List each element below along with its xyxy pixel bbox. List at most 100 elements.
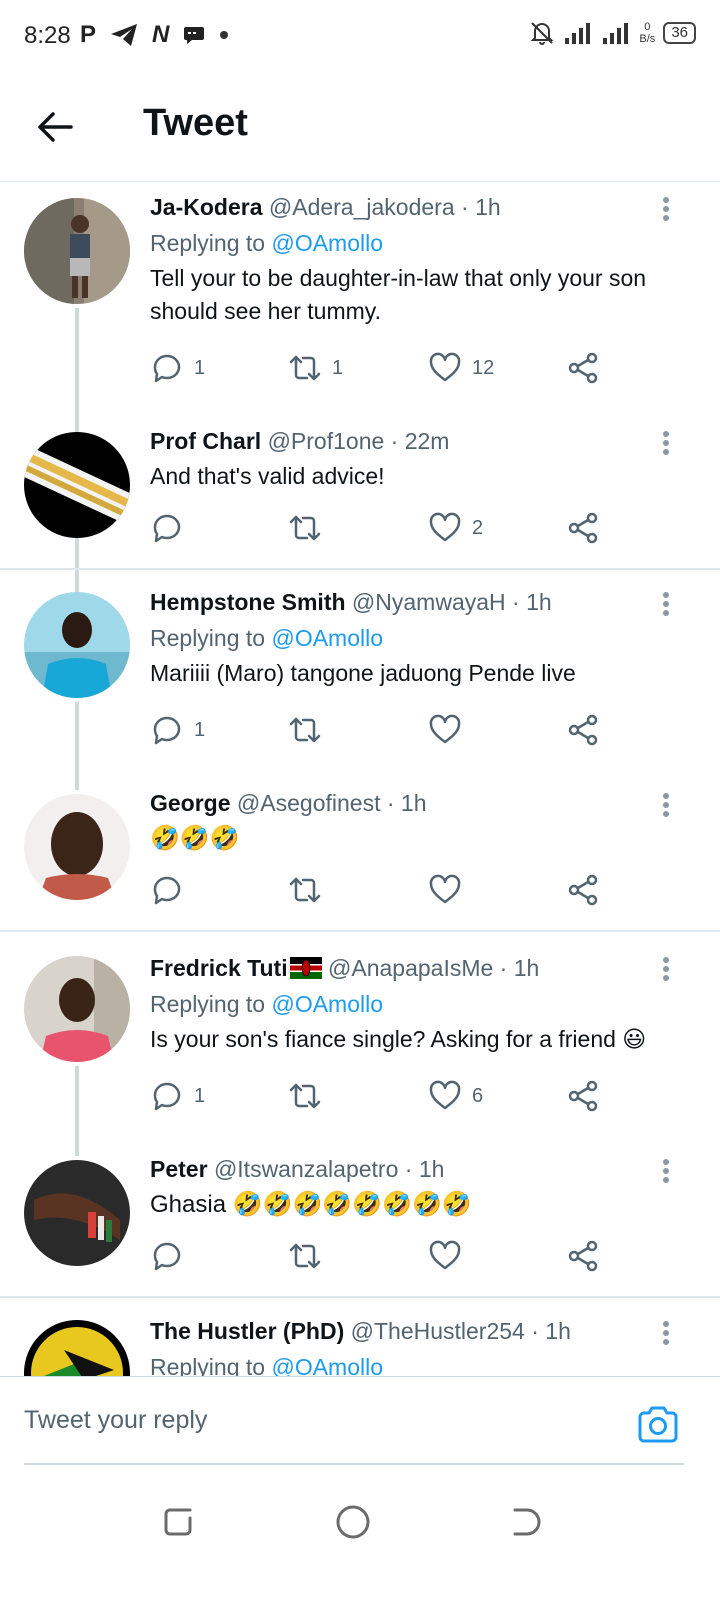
tweet-time: · 22m — [390, 428, 450, 454]
tweet-content: Hempstone Smith @NyamwayaH · 1h Replying… — [150, 587, 680, 690]
author-name[interactable]: Peter — [150, 1156, 208, 1182]
author-handle: @Prof1one — [267, 428, 385, 454]
retweet-button[interactable]: 1 — [288, 348, 343, 388]
retweet-button[interactable] — [288, 1076, 332, 1116]
tweet-header: Ja-Kodera @Adera_jakodera · 1h — [150, 192, 680, 222]
thread-line — [75, 702, 79, 790]
share-button[interactable] — [566, 348, 600, 388]
mention-link[interactable]: @OAmollo — [271, 625, 383, 651]
tweet-actions: 1 — [150, 710, 620, 750]
retweet-icon — [289, 1083, 321, 1109]
avatar[interactable] — [24, 1320, 130, 1376]
replying-to: Replying to @OAmollo — [150, 625, 384, 651]
system-back-button[interactable] — [505, 1502, 545, 1542]
like-button[interactable]: 2 — [428, 508, 483, 548]
share-button[interactable] — [566, 870, 600, 910]
share-button[interactable] — [566, 508, 600, 548]
avatar[interactable] — [24, 956, 130, 1062]
reply-button[interactable] — [150, 870, 194, 910]
author-name[interactable]: Prof Charl — [150, 428, 261, 454]
more-options-button[interactable] — [660, 790, 672, 820]
tweet-actions — [150, 1236, 620, 1276]
author-name[interactable]: Fredrick Tuti — [150, 955, 288, 981]
avatar[interactable] — [24, 794, 130, 900]
avatar-photo — [24, 956, 130, 1062]
home-button[interactable] — [333, 1502, 373, 1542]
retweet-icon — [289, 1243, 321, 1269]
reply-feed[interactable]: Ja-Kodera @Adera_jakodera · 1h Replying … — [0, 182, 720, 1376]
tweet-actions — [150, 870, 620, 910]
comment-icon — [153, 1242, 181, 1271]
like-button[interactable]: 6 — [428, 1076, 483, 1116]
more-vertical-icon — [663, 1321, 669, 1327]
system-navigation-bar — [0, 1466, 720, 1600]
more-options-button[interactable] — [660, 194, 672, 224]
tweet-text: Mariiii (Maro) tangone jaduong Pende liv… — [150, 660, 576, 686]
telegram-icon — [111, 24, 138, 46]
more-options-button[interactable] — [660, 1156, 672, 1186]
tweet-header: Fredrick Tuti @AnapapaIsMe · 1h — [150, 953, 680, 983]
like-button[interactable] — [428, 710, 472, 750]
camera-button[interactable] — [636, 1405, 680, 1445]
heart-icon — [429, 1080, 461, 1110]
author-handle: @Adera_jakodera — [268, 194, 455, 220]
more-options-button[interactable] — [660, 428, 672, 458]
more-options-button[interactable] — [660, 1318, 672, 1348]
reply-button[interactable]: 1 — [150, 348, 205, 388]
status-bar: 8:28 P N 0 B/s 36 — [0, 0, 720, 72]
share-icon — [568, 1080, 598, 1112]
avatar[interactable] — [24, 432, 130, 538]
tweet-time: · 1h — [531, 1318, 571, 1344]
dot-icon — [220, 31, 229, 39]
tweet-time: · 1h — [404, 1156, 445, 1182]
retweet-button[interactable] — [288, 508, 332, 548]
comment-icon — [153, 514, 181, 543]
author-name[interactable]: Hempstone Smith — [150, 589, 346, 615]
retweet-button[interactable] — [288, 710, 332, 750]
reply-input[interactable] — [24, 1377, 684, 1465]
share-button[interactable] — [566, 1236, 600, 1276]
like-button[interactable] — [428, 1236, 472, 1276]
mention-link[interactable]: @OAmollo — [271, 991, 383, 1017]
share-button[interactable] — [566, 1076, 600, 1116]
retweet-button[interactable] — [288, 870, 332, 910]
retweet-icon — [289, 355, 321, 381]
author-name[interactable]: The Hustler (PhD) — [150, 1318, 344, 1344]
mention-link[interactable]: @OAmollo — [271, 1354, 383, 1376]
retweet-button[interactable] — [288, 1236, 332, 1276]
more-vertical-icon — [663, 793, 669, 799]
reply-button[interactable] — [150, 508, 194, 548]
author-name[interactable]: George — [150, 790, 231, 816]
avatar-photo — [24, 1320, 130, 1376]
message-icon — [184, 27, 205, 44]
arrow-left-icon — [38, 112, 73, 142]
recents-button[interactable] — [160, 1502, 200, 1542]
back-button[interactable] — [30, 102, 80, 152]
like-button[interactable]: 12 — [428, 348, 494, 388]
avatar[interactable] — [24, 1160, 130, 1266]
reply-button[interactable] — [150, 1236, 194, 1276]
avatar-photo — [24, 432, 130, 538]
share-icon — [568, 874, 598, 906]
thread-separator — [0, 568, 720, 570]
more-options-button[interactable] — [660, 954, 672, 984]
avatar[interactable] — [24, 592, 130, 698]
avatar[interactable] — [24, 198, 130, 304]
reply-button[interactable]: 1 — [150, 710, 205, 750]
more-vertical-icon — [663, 431, 669, 437]
bell-off-icon — [530, 22, 554, 45]
net-speed: 0 B/s — [639, 21, 656, 45]
heart-icon — [429, 874, 461, 904]
share-button[interactable] — [566, 710, 600, 750]
more-options-button[interactable] — [660, 589, 672, 619]
comment-icon — [153, 1082, 181, 1111]
author-name[interactable]: Ja-Kodera — [150, 194, 262, 220]
n-app-icon: N — [152, 21, 170, 48]
more-vertical-icon — [663, 197, 669, 203]
like-button[interactable] — [428, 870, 472, 910]
comment-icon — [153, 876, 181, 905]
retweet-icon — [289, 515, 321, 541]
reply-button[interactable]: 1 — [150, 1076, 205, 1116]
avatar-photo — [24, 592, 130, 698]
mention-link[interactable]: @OAmollo — [271, 230, 383, 256]
